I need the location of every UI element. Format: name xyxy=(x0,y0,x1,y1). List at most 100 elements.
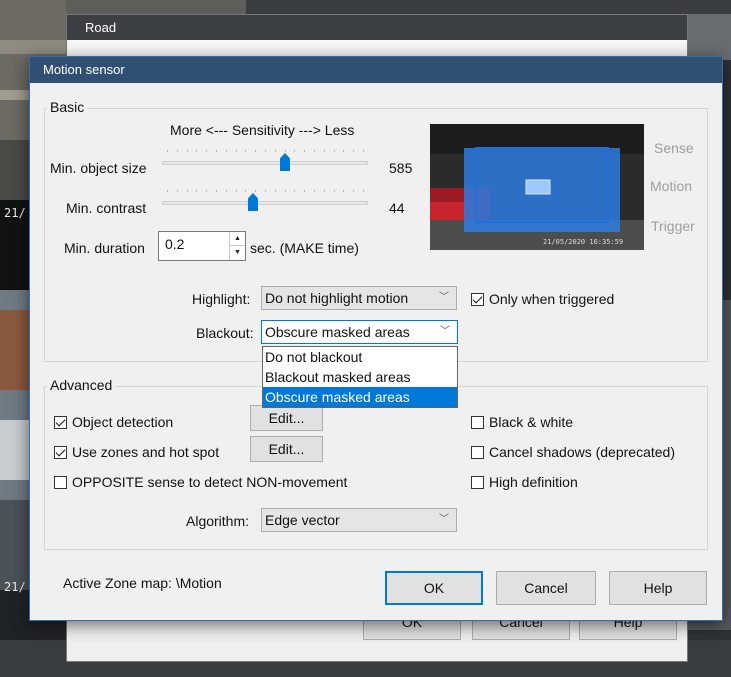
slider-tick xyxy=(314,190,315,192)
slider-tick xyxy=(187,150,188,152)
opposite-sense-checkbox[interactable]: OPPOSITE sense to detect NON-movement xyxy=(54,474,347,490)
high-definition-label: High definition xyxy=(489,474,578,490)
blackout-option[interactable]: Blackout masked areas xyxy=(263,367,457,387)
slider-track xyxy=(162,161,368,165)
checkbox-box xyxy=(471,445,484,459)
slider-thumb[interactable] xyxy=(248,193,258,211)
slider-tick xyxy=(226,190,227,192)
zones-hot-spot-label: Use zones and hot spot xyxy=(72,444,220,460)
algorithm-select-value: Edge vector xyxy=(265,512,340,528)
chevron-down-icon: ﹀ xyxy=(439,514,449,525)
preview-image: 21/05/2020 16:35:59 xyxy=(430,124,644,250)
min-object-size-value: 585 xyxy=(389,160,413,176)
spin-up-icon[interactable]: ▲ xyxy=(230,232,245,246)
slider-tick xyxy=(255,190,256,192)
slider-tick xyxy=(353,190,354,192)
legend-sense: Sense xyxy=(654,140,694,156)
min-contrast-slider[interactable] xyxy=(162,190,368,211)
slider-tick xyxy=(206,190,207,192)
slider-tick xyxy=(196,190,197,192)
basic-group-label: Basic xyxy=(47,99,88,115)
checkbox-box xyxy=(54,445,67,459)
blackout-option-selected[interactable]: Obscure masked areas xyxy=(263,387,457,407)
slider-tick xyxy=(343,190,344,192)
slider-tick xyxy=(177,150,178,152)
active-zone-map: Active Zone map: \Motion xyxy=(63,575,222,591)
slider-tick xyxy=(363,190,364,192)
object-detection-edit-button[interactable]: Edit... xyxy=(250,405,323,431)
slider-tick xyxy=(353,150,354,152)
checkbox-box xyxy=(471,292,484,306)
slider-tick xyxy=(324,150,325,152)
slider-tick xyxy=(236,190,237,192)
checkbox-box xyxy=(54,475,67,489)
min-duration-input[interactable]: 0.2 ▲ ▼ xyxy=(158,231,246,261)
slider-tick xyxy=(275,150,276,152)
slider-tick xyxy=(245,150,246,152)
legend-trigger: Trigger xyxy=(651,218,695,234)
high-definition-checkbox[interactable]: High definition xyxy=(471,474,578,490)
slider-tick xyxy=(304,190,305,192)
slider-tick xyxy=(177,190,178,192)
blackout-select-value: Obscure masked areas xyxy=(265,324,410,340)
slider-thumb[interactable] xyxy=(280,153,290,171)
blackout-select[interactable]: Obscure masked areas ﹀ xyxy=(261,320,458,344)
slider-tick xyxy=(363,150,364,152)
slider-ticks xyxy=(162,150,368,153)
slider-tick xyxy=(275,190,276,192)
trigger-area xyxy=(525,179,551,195)
blackout-option[interactable]: Do not blackout xyxy=(263,347,457,367)
slider-tick xyxy=(196,150,197,152)
slider-tick xyxy=(206,150,207,152)
checkbox-box xyxy=(54,415,67,429)
slider-tick xyxy=(285,150,286,152)
slider-tick xyxy=(334,190,335,192)
black-white-label: Black & white xyxy=(489,414,574,430)
camera-timestamp: 21/ xyxy=(4,580,26,594)
sensitivity-caption: More <--- Sensitivity ---> Less xyxy=(170,122,355,138)
zones-hot-spot-checkbox[interactable]: Use zones and hot spot xyxy=(54,444,219,460)
slider-tick xyxy=(304,150,305,152)
motion-preview: 21/05/2020 16:35:59 xyxy=(430,124,644,250)
slider-tick xyxy=(236,150,237,152)
slider-tick xyxy=(187,190,188,192)
slider-tick xyxy=(265,190,266,192)
slider-tick xyxy=(285,190,286,192)
black-white-checkbox[interactable]: Black & white xyxy=(471,414,573,430)
chevron-down-icon: ﹀ xyxy=(440,326,450,337)
slider-tick xyxy=(343,150,344,152)
spin-down-icon[interactable]: ▼ xyxy=(230,246,245,260)
dialog-title: Motion sensor xyxy=(30,57,722,83)
slider-ticks xyxy=(162,190,368,193)
zones-edit-button[interactable]: Edit... xyxy=(250,436,323,462)
slider-tick xyxy=(245,190,246,192)
object-detection-checkbox[interactable]: Object detection xyxy=(54,414,173,430)
slider-track xyxy=(162,201,368,205)
checkbox-box xyxy=(471,415,484,429)
advanced-group-label: Advanced xyxy=(47,377,116,393)
ok-button[interactable]: OK xyxy=(385,571,483,605)
slider-tick xyxy=(314,150,315,152)
min-contrast-label: Min. contrast xyxy=(66,200,147,216)
cancel-shadows-checkbox[interactable]: Cancel shadows (deprecated) xyxy=(471,444,675,460)
min-contrast-value: 44 xyxy=(389,200,405,216)
opposite-sense-label: OPPOSITE sense to detect NON-movement xyxy=(72,474,348,490)
help-button[interactable]: Help xyxy=(609,571,707,605)
preview-timestamp: 21/05/2020 16:35:59 xyxy=(543,238,623,246)
slider-tick xyxy=(294,150,295,152)
highlight-select-value: Do not highlight motion xyxy=(265,290,409,306)
slider-tick xyxy=(255,150,256,152)
min-object-size-slider[interactable] xyxy=(162,150,368,171)
camera-timestamp: 21/ xyxy=(4,206,26,220)
algorithm-select[interactable]: Edge vector ﹀ xyxy=(261,508,457,532)
only-when-triggered-checkbox[interactable]: Only when triggered xyxy=(471,291,614,307)
only-when-triggered-label: Only when triggered xyxy=(489,291,615,307)
blackout-dropdown-list: Do not blackout Blackout masked areas Ob… xyxy=(262,346,458,408)
cancel-button[interactable]: Cancel xyxy=(496,571,596,605)
highlight-select[interactable]: Do not highlight motion ﹀ xyxy=(261,286,457,310)
slider-tick xyxy=(324,190,325,192)
min-duration-value: 0.2 xyxy=(165,236,185,252)
min-object-size-label: Min. object size xyxy=(50,160,147,176)
road-window-title: Road xyxy=(67,15,687,40)
chevron-down-icon: ﹀ xyxy=(439,292,449,303)
